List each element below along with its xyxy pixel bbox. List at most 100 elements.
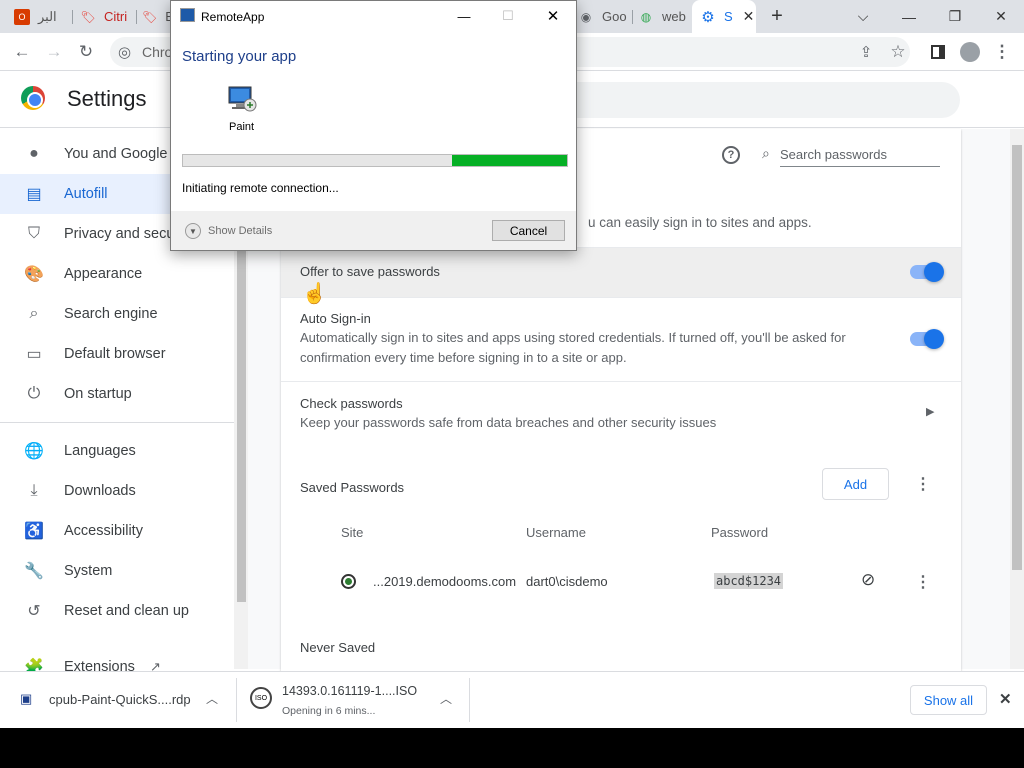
globe-icon: 🌐 [24,443,44,460]
sidebar-item-label: You and Google [64,146,168,162]
download-separator [469,678,470,722]
tab-4[interactable]: ◍ web [638,0,688,33]
check-passwords-label[interactable]: Check passwords [300,396,403,411]
tab-3[interactable]: ◉ Goo [578,0,628,33]
sidebar-item-reset[interactable]: ↺ Reset and clean up [0,591,235,631]
tab-2[interactable]: 🏷 E [142,0,170,33]
shield-icon: ⛉ [27,225,40,242]
show-all-downloads-button[interactable]: Show all [910,685,987,715]
profile-button[interactable] [958,40,982,64]
dialog-minimize-button[interactable]: — [452,6,476,26]
page-title: Settings [67,86,147,111]
rdp-file-icon: ▣ [20,691,33,706]
sidebar-item-search-engine[interactable]: ⌕ Search engine [0,294,235,334]
download-status: Opening in 6 mins... [282,705,376,717]
screen: O البر 🏷 Citri 🏷 E ◉ Goo ◍ web ⚙ S ✕ + ⌵… [0,0,1024,728]
download-item-rdp[interactable]: ▣ cpub-Paint-QuickS....rdp ︿ [12,678,232,722]
sidebar-item-downloads[interactable]: ⤓ Downloads [0,471,235,511]
chevron-up-icon[interactable]: ︿ [206,690,218,707]
password-value: abcd$1234 [714,573,784,589]
power-icon: ⏻ [27,385,41,402]
chrome-logo-icon [21,86,45,110]
add-password-button[interactable]: Add [822,468,889,500]
download-item-iso[interactable]: ISO 14393.0.161119-1....ISO Opening in 6… [244,678,469,722]
column-username: Username [526,525,586,540]
close-window-button[interactable]: ✕ [978,0,1024,33]
tab-0[interactable]: O البر [14,0,69,33]
tab-search-button[interactable]: ⌵ [840,0,886,33]
offer-to-save-toggle[interactable] [910,262,944,282]
tag-icon: 🏷 [142,9,158,24]
dialog-close-button[interactable]: ✕ [541,6,565,26]
address-text: Chro [142,44,173,60]
settings-search-input[interactable] [520,82,960,118]
person-icon: ● [29,145,39,162]
progress-fill [452,155,567,166]
sidebar-item-label: Languages [64,443,136,459]
chevron-right-icon[interactable]: ▶ [926,405,934,418]
close-tab-icon[interactable]: ✕ [743,8,755,25]
tab-settings[interactable]: ⚙ S ✕ [692,0,756,33]
palette-icon: 🎨 [24,266,44,283]
share-button[interactable]: ⇪ [854,40,878,64]
connection-progress-bar [182,154,568,167]
check-passwords-description: Keep your passwords safe from data breac… [300,415,717,430]
sidebar-item-label: Privacy and secu [64,226,175,242]
row-divider [281,381,961,382]
show-details-label: Show Details [208,225,273,237]
chrome-page-icon: ◎ [118,44,132,61]
sidebar-item-default-browser[interactable]: ▭ Default browser [0,334,235,374]
eye-off-icon[interactable]: ⊘ [861,570,875,590]
sidebar-item-label: Autofill [64,186,108,202]
reload-icon: ↻ [78,42,94,61]
avatar-icon [960,42,980,62]
reload-button[interactable]: ↻ [74,40,98,64]
dialog-footer: ▼ Show Details Cancel [171,211,576,250]
chevron-up-icon[interactable]: ︿ [440,690,452,707]
password-site[interactable]: ...2019.demodooms.com [373,574,516,589]
search-passwords-input[interactable]: Search passwords [780,147,887,162]
new-tab-button[interactable]: + [754,0,800,33]
paint-app-icon [227,85,257,113]
history-icon: ↺ [27,603,41,620]
download-icon: ⤓ [30,482,38,499]
gear-icon: ⚙ [701,8,715,26]
help-icon[interactable]: ? [722,146,740,164]
restore-button[interactable]: ❐ [932,0,978,33]
back-button[interactable]: ← [10,40,34,64]
download-name: cpub-Paint-QuickS....rdp [49,692,191,707]
minimize-button[interactable]: — [886,0,932,33]
download-name: 14393.0.161119-1....ISO [282,684,418,698]
sidebar-item-label: Accessibility [64,523,143,539]
forward-button[interactable]: → [42,40,66,64]
sidebar-item-system[interactable]: 🔧 System [0,551,235,591]
sidebar-item-label: Default browser [64,346,166,362]
password-username: dart0\cisdemo [526,574,608,589]
bookmark-button[interactable]: ☆ [886,40,910,64]
main-scrollbar-thumb[interactable] [1012,145,1022,570]
auto-signin-label: Auto Sign-in [300,311,371,326]
dialog-titlebar[interactable]: RemoteApp — ☐ ✕ [171,1,576,31]
chrome-menu-button[interactable]: ⋮ [990,40,1014,64]
password-row-menu-icon[interactable]: ⋮ [913,572,933,592]
download-separator [236,678,237,722]
saved-passwords-menu-icon[interactable]: ⋮ [913,474,933,494]
offer-to-save-label: Offer to save passwords [300,264,440,279]
close-shelf-icon[interactable]: ✕ [999,690,1012,708]
sidebar-scrollbar-thumb[interactable] [237,246,246,602]
sidebar-item-on-startup[interactable]: ⏻ On startup [0,374,235,414]
passwords-intro-text: u can easily sign in to sites and apps. [588,215,812,230]
sidebar-item-label: System [64,563,113,579]
tab-1[interactable]: 🏷 Citri [80,0,130,33]
sidebar-item-accessibility[interactable]: ♿ Accessibility [0,511,235,551]
side-panel-button[interactable] [926,40,950,64]
hand-cursor-icon: ☝ [302,283,327,305]
sidebar-item-languages[interactable]: 🌐 Languages [0,431,235,471]
show-details-toggle[interactable]: ▼ Show Details [185,223,272,239]
auto-signin-toggle[interactable] [910,329,944,349]
auto-signin-description-2: confirmation every time before signing i… [300,350,627,365]
sidebar-item-appearance[interactable]: 🎨 Appearance [0,254,235,294]
cancel-button[interactable]: Cancel [492,220,565,241]
dialog-title: RemoteApp [201,10,265,24]
clipboard-icon: ▤ [26,186,42,203]
